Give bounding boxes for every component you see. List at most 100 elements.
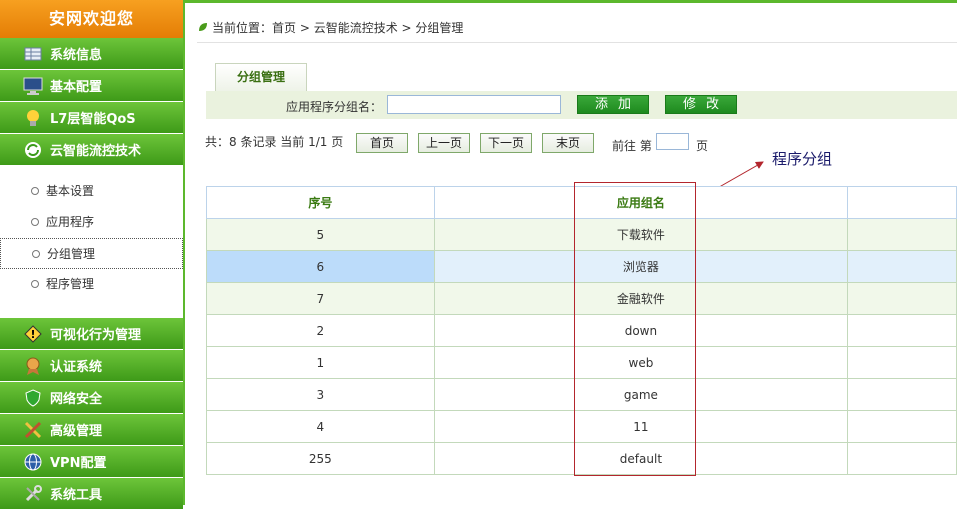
goto-page-input[interactable]	[656, 133, 689, 150]
table-row[interactable]: 4 11	[206, 410, 957, 443]
breadcrumb-section[interactable]: 云智能流控技术	[314, 19, 398, 36]
tools-icon	[23, 421, 43, 439]
nav-item-label: VPN配置	[50, 456, 107, 471]
svg-text:!: !	[30, 328, 35, 341]
sub-menu: 基本设置 应用程序 分组管理 程序管理	[0, 166, 183, 310]
cell-id: 6	[206, 250, 435, 283]
nav-item-label: L7层智能QoS	[50, 112, 136, 127]
table-row[interactable]: 3 game	[206, 378, 957, 411]
bullet-icon	[31, 218, 39, 226]
warning-icon: !	[23, 324, 43, 343]
edit-button[interactable]: 修改	[665, 95, 737, 114]
nav-item-network-security[interactable]: 网络安全	[0, 382, 183, 414]
table-row[interactable]: 5 下载软件	[206, 218, 957, 251]
lightbulb-icon	[23, 109, 43, 127]
sub-item-basic-settings[interactable]: 基本设置	[0, 176, 183, 207]
nav-item-label: 网络安全	[50, 392, 103, 407]
cell-name: down	[433, 314, 849, 347]
cell-extra	[847, 410, 957, 443]
col-header-id: 序号	[206, 186, 435, 219]
goto-label: 前往 第	[612, 139, 652, 153]
table-row[interactable]: 6 浏览器	[206, 250, 957, 283]
cell-id: 5	[206, 218, 435, 251]
breadcrumb-sep: >	[296, 20, 314, 35]
cell-id: 3	[206, 378, 435, 411]
cell-name: game	[433, 378, 849, 411]
next-page-button[interactable]: 下一页	[480, 133, 532, 153]
table-header-row: 序号 应用组名	[206, 186, 957, 219]
col-header-extra	[847, 186, 957, 219]
nav-item-advanced[interactable]: 高级管理	[0, 414, 183, 446]
shield-icon	[23, 388, 43, 407]
cell-name: 金融软件	[433, 282, 849, 315]
prev-page-button[interactable]: 上一页	[418, 133, 470, 153]
cell-extra	[847, 442, 957, 475]
nav-item-label: 可视化行为管理	[50, 328, 142, 343]
group-name-input[interactable]	[387, 95, 561, 114]
cell-extra	[847, 346, 957, 379]
nav-item-label: 高级管理	[50, 424, 103, 439]
sub-item-label: 基本设置	[46, 184, 95, 198]
sub-item-program-management[interactable]: 程序管理	[0, 269, 183, 300]
breadcrumb-divider	[197, 42, 957, 43]
monitor-icon	[23, 77, 43, 95]
nav-item-system-tools[interactable]: 系统工具	[0, 478, 183, 510]
tab-group-management[interactable]: 分组管理	[215, 63, 307, 91]
table-icon	[23, 45, 43, 63]
bullet-icon	[32, 250, 40, 258]
globe-icon	[23, 453, 43, 471]
cell-name: 11	[433, 410, 849, 443]
first-page-button[interactable]: 首页	[356, 133, 408, 153]
toolbar: 应用程序分组名： 添加 修改	[206, 91, 957, 119]
sub-item-group-management[interactable]: 分组管理	[0, 238, 183, 269]
add-button[interactable]: 添加	[577, 95, 649, 114]
cell-id: 7	[206, 282, 435, 315]
nav-item-label: 认证系统	[50, 360, 103, 375]
nav-item-vpn[interactable]: VPN配置	[0, 446, 183, 478]
group-name-label: 应用程序分组名：	[286, 100, 383, 114]
sub-item-label: 应用程序	[46, 215, 95, 229]
cell-extra	[847, 378, 957, 411]
breadcrumb: 当前位置： 首页 > 云智能流控技术 > 分组管理	[198, 19, 463, 36]
nav-item-label: 云智能流控技术	[50, 144, 142, 159]
cell-id: 2	[206, 314, 435, 347]
sub-item-label: 程序管理	[46, 277, 95, 291]
nav-item-auth-system[interactable]: 认证系统	[0, 350, 183, 382]
cell-name: web	[433, 346, 849, 379]
nav-item-basic-config[interactable]: 基本配置	[0, 70, 183, 102]
cell-id: 255	[206, 442, 435, 475]
group-table: 序号 应用组名 5 下载软件 6 浏览器 7 金融软件 2 down 1 web…	[206, 186, 957, 475]
nav-item-cloud-flow[interactable]: 云智能流控技术	[0, 134, 183, 166]
table-row[interactable]: 2 down	[206, 314, 957, 347]
nav-item-l7-qos[interactable]: L7层智能QoS	[0, 102, 183, 134]
breadcrumb-prefix: 当前位置：	[212, 21, 273, 35]
cell-extra	[847, 314, 957, 347]
breadcrumb-current: 分组管理	[415, 21, 464, 35]
nav-item-label: 基本配置	[50, 80, 103, 95]
nav-item-system-info[interactable]: 系统信息	[0, 38, 183, 70]
last-page-button[interactable]: 末页	[542, 133, 594, 153]
nav-item-visual-behavior[interactable]: ! 可视化行为管理	[0, 318, 183, 350]
sub-item-label: 分组管理	[47, 247, 96, 261]
bullet-icon	[31, 280, 39, 288]
breadcrumb-home[interactable]: 首页	[272, 19, 296, 36]
breadcrumb-sep: >	[397, 20, 416, 35]
bullet-icon	[31, 187, 39, 195]
main-content: 当前位置： 首页 > 云智能流控技术 > 分组管理 分组管理 应用程序分组名： …	[185, 0, 957, 505]
nav-item-label: 系统信息	[50, 48, 103, 63]
table-row[interactable]: 7 金融软件	[206, 282, 957, 315]
sidebar-title: 安网欢迎您	[0, 0, 183, 38]
cell-extra	[847, 218, 957, 251]
sub-item-applications[interactable]: 应用程序	[0, 207, 183, 238]
table-row[interactable]: 255 default	[206, 442, 957, 475]
cell-name: default	[433, 442, 849, 475]
leaf-icon	[198, 21, 208, 35]
annotation-label: 程序分组	[772, 150, 833, 168]
cell-name: 浏览器	[433, 250, 849, 283]
refresh-icon	[23, 141, 43, 159]
cell-id: 4	[206, 410, 435, 443]
top-divider	[185, 0, 957, 3]
goto-unit-label: 页	[696, 139, 709, 153]
table-row[interactable]: 1 web	[206, 346, 957, 379]
pager-summary: 共：8 条记录 当前 1/1 页	[205, 135, 344, 149]
